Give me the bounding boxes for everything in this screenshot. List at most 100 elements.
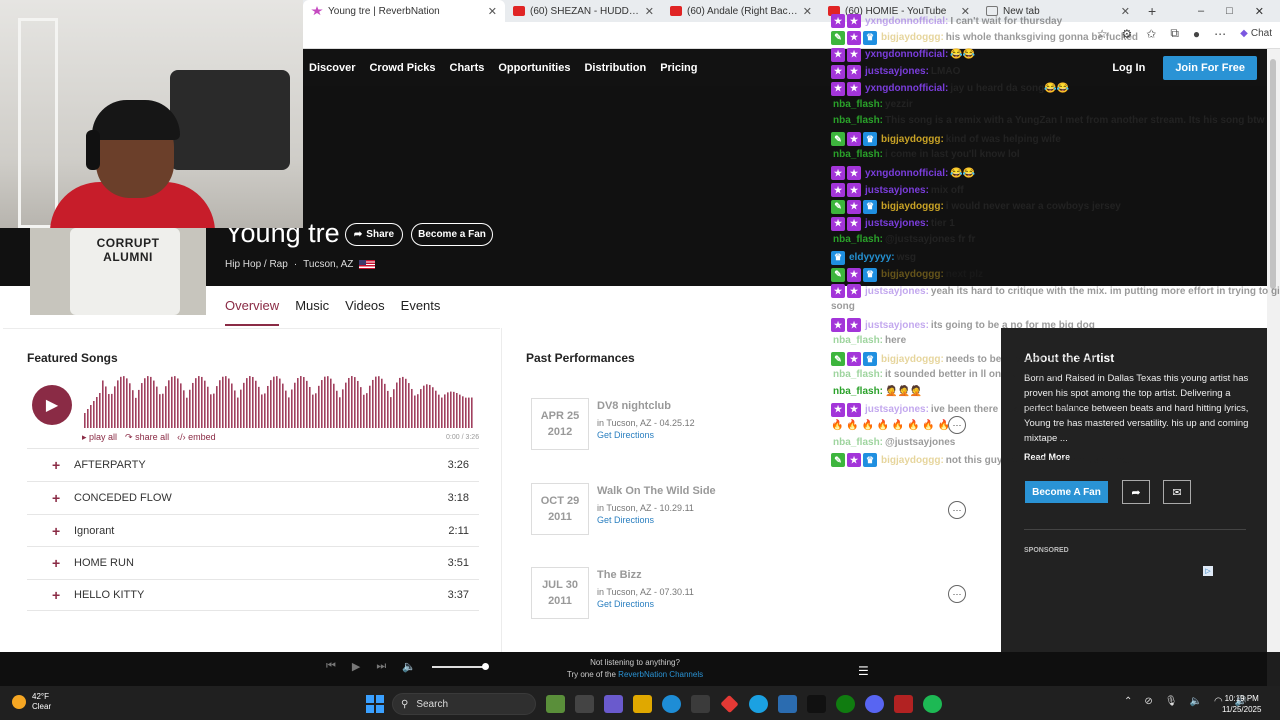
spotify-icon[interactable] bbox=[923, 695, 942, 713]
browser-tab[interactable]: (60) SHEZAN - HUDDAI HUTASHI ✕ bbox=[505, 0, 662, 22]
profile-avatar-icon[interactable]: ● bbox=[1193, 27, 1200, 41]
scrollbar-thumb[interactable] bbox=[1270, 59, 1276, 289]
song-row[interactable]: + HELLO KITTY 3:37 bbox=[27, 579, 479, 611]
song-row[interactable]: + AFTERPARTY 3:26 bbox=[27, 448, 479, 480]
nav-opportunities[interactable]: Opportunities bbox=[498, 62, 570, 74]
song-row[interactable]: + CONCEDED FLOW 3:18 bbox=[27, 481, 479, 513]
add-song-icon[interactable]: + bbox=[27, 490, 74, 506]
nav-pricing[interactable]: Pricing bbox=[660, 62, 697, 74]
add-song-icon[interactable]: + bbox=[27, 457, 74, 473]
new-tab-button[interactable]: + bbox=[1148, 3, 1156, 19]
close-tab-icon[interactable]: ✕ bbox=[1121, 5, 1130, 18]
discord-icon[interactable] bbox=[865, 695, 884, 713]
app-icon[interactable] bbox=[720, 694, 739, 714]
more-options-icon[interactable]: ⋯ bbox=[948, 585, 966, 603]
store-icon[interactable] bbox=[691, 695, 710, 713]
collections-icon[interactable]: ⧉ bbox=[1170, 26, 1179, 41]
about-message-button[interactable]: ✉ bbox=[1163, 480, 1191, 504]
taskbar-search[interactable]: ⚲ Search bbox=[392, 693, 536, 715]
play-all-link[interactable]: ▸ play all bbox=[82, 432, 117, 443]
read-more-link[interactable]: Read More bbox=[1024, 452, 1070, 462]
song-title[interactable]: Ignorant bbox=[74, 525, 114, 537]
nav-crowd-picks[interactable]: Crowd Picks bbox=[369, 62, 435, 74]
volume-slider[interactable] bbox=[431, 662, 489, 670]
add-song-icon[interactable]: + bbox=[27, 555, 74, 571]
game-app-icon[interactable] bbox=[894, 695, 913, 713]
share-button[interactable]: ➦ Share bbox=[345, 223, 403, 246]
join-button[interactable]: Join For Free bbox=[1163, 55, 1257, 80]
play-button[interactable]: ▶ bbox=[32, 385, 72, 425]
song-title[interactable]: AFTERPARTY bbox=[74, 459, 146, 471]
more-options-icon[interactable]: ⋯ bbox=[948, 416, 966, 434]
song-row[interactable]: + Ignorant 2:11 bbox=[27, 514, 479, 546]
login-link[interactable]: Log In bbox=[1112, 62, 1145, 74]
camera-off-icon[interactable]: ⊘ bbox=[1144, 696, 1152, 707]
browser-tab[interactable]: Young tre | ReverbNation ✕ bbox=[303, 0, 505, 22]
embed-link[interactable]: ‹/› embed bbox=[177, 432, 216, 443]
share-all-link[interactable]: ↷ share all bbox=[125, 432, 169, 443]
windows-start-icon[interactable] bbox=[366, 695, 384, 713]
browser-tab[interactable]: (60) HOMIE - YouTube ✕ bbox=[820, 0, 978, 22]
copilot-app-icon[interactable] bbox=[604, 695, 623, 713]
taskbar-clock[interactable]: 10:19 PM 11/25/2025 bbox=[1222, 693, 1261, 715]
song-row[interactable]: + HOME RUN 3:51 bbox=[27, 546, 479, 578]
song-title[interactable]: HELLO KITTY bbox=[74, 589, 144, 601]
tab-overview[interactable]: Overview bbox=[225, 298, 280, 326]
task-view-icon[interactable] bbox=[575, 695, 594, 713]
previous-track-icon[interactable]: ⏮ bbox=[326, 660, 336, 673]
close-tab-icon[interactable]: ✕ bbox=[803, 5, 812, 18]
become-fan-button[interactable]: Become a Fan bbox=[411, 223, 493, 246]
next-track-icon[interactable]: ⏭ bbox=[376, 660, 386, 673]
song-title[interactable]: HOME RUN bbox=[74, 557, 134, 569]
copilot-button[interactable]: ◆ Chat bbox=[1240, 28, 1272, 39]
mail-icon[interactable] bbox=[778, 695, 797, 713]
speaker-icon[interactable]: 🔈 bbox=[1189, 696, 1201, 707]
nav-discover[interactable]: Discover bbox=[309, 62, 355, 74]
play-track-icon[interactable]: ▶ bbox=[352, 660, 360, 673]
about-share-button[interactable]: ➦ bbox=[1122, 480, 1150, 504]
tray-chevron-icon[interactable]: ⌃ bbox=[1124, 696, 1132, 707]
volume-icon[interactable]: 🔈 bbox=[402, 660, 416, 673]
performance-venue[interactable]: The Bizz bbox=[597, 569, 642, 581]
tab-events[interactable]: Events bbox=[401, 298, 441, 326]
tiktok-icon[interactable] bbox=[807, 695, 826, 713]
xbox-icon[interactable] bbox=[836, 695, 855, 713]
get-directions-link[interactable]: Get Directions bbox=[597, 515, 654, 525]
extensions-icon[interactable]: ⚙ bbox=[1122, 27, 1133, 41]
close-tab-icon[interactable]: ✕ bbox=[961, 5, 970, 18]
waveform[interactable] bbox=[82, 372, 480, 430]
address-bar[interactable]: ☆ ⚙ ✩ ⧉ ● ⋯ ◆ Chat bbox=[303, 22, 1280, 49]
browser-tab[interactable]: (60) Andale (Right Back) - YouTu ✕ bbox=[662, 0, 820, 22]
more-menu-icon[interactable]: ⋯ bbox=[1214, 27, 1226, 41]
add-song-icon[interactable]: + bbox=[27, 523, 74, 539]
file-explorer-icon[interactable] bbox=[633, 695, 652, 713]
more-options-icon[interactable]: ⋯ bbox=[948, 501, 966, 519]
favorites-icon[interactable]: ✩ bbox=[1146, 27, 1156, 41]
edge-browser-icon[interactable] bbox=[662, 695, 681, 713]
performance-venue[interactable]: DV8 nightclub bbox=[597, 400, 671, 412]
minimize-button[interactable]: – bbox=[1198, 5, 1204, 18]
performance-venue[interactable]: Walk On The Wild Side bbox=[597, 485, 716, 497]
browser-tab[interactable]: New tab ✕ bbox=[978, 0, 1138, 22]
maximize-button[interactable]: □ bbox=[1226, 5, 1233, 18]
tab-music[interactable]: Music bbox=[295, 298, 329, 326]
menu-icon[interactable]: ☰ bbox=[858, 664, 869, 678]
widget-app-icon[interactable] bbox=[546, 695, 565, 713]
microphone-icon[interactable]: 🎙 bbox=[1165, 696, 1178, 707]
add-song-icon[interactable]: + bbox=[27, 587, 74, 603]
close-tab-icon[interactable]: ✕ bbox=[488, 5, 497, 18]
song-title[interactable]: CONCEDED FLOW bbox=[74, 492, 172, 504]
close-window-button[interactable]: ✕ bbox=[1255, 5, 1264, 18]
nav-distribution[interactable]: Distribution bbox=[584, 62, 646, 74]
about-become-fan-button[interactable]: Become A Fan bbox=[1025, 481, 1108, 503]
get-directions-link[interactable]: Get Directions bbox=[597, 599, 654, 609]
page-scrollbar[interactable] bbox=[1267, 49, 1280, 652]
tab-videos[interactable]: Videos bbox=[345, 298, 385, 326]
ad-choices-icon[interactable]: ▷ bbox=[1203, 566, 1213, 576]
channels-link[interactable]: ReverbNation Channels bbox=[618, 670, 703, 679]
get-directions-link[interactable]: Get Directions bbox=[597, 430, 654, 440]
weather-widget[interactable]: 42°F Clear bbox=[12, 692, 51, 712]
close-tab-icon[interactable]: ✕ bbox=[645, 5, 654, 18]
nav-charts[interactable]: Charts bbox=[450, 62, 485, 74]
favorite-star-icon[interactable]: ☆ bbox=[1097, 27, 1108, 41]
